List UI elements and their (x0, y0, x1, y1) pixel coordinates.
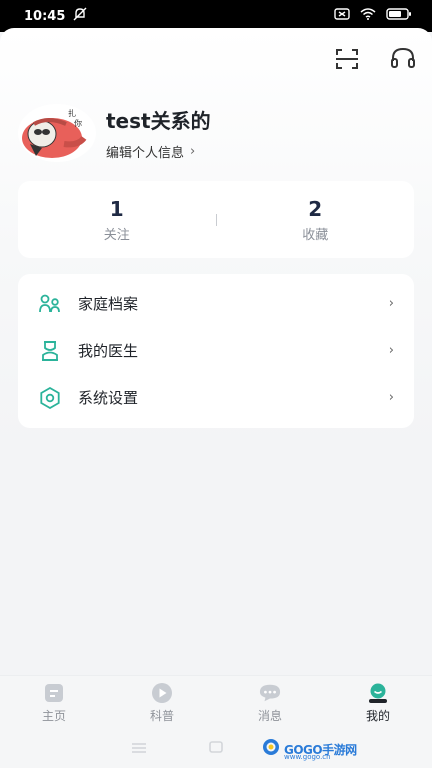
sim-card-icon (334, 8, 350, 24)
menu-item-family-profile[interactable]: 家庭档案 › (18, 280, 414, 327)
profile-header[interactable]: 扎 你 test关系的 编辑个人信息 › (18, 104, 211, 162)
wifi-icon (360, 8, 376, 24)
status-time: 10:45 (24, 8, 66, 24)
menu-card: 家庭档案 › 我的医生 › 系统设置 › (18, 274, 414, 428)
stat-following-label: 关注 (103, 228, 130, 243)
bottom-nav: 主页 科普 消息 我的 (0, 675, 432, 729)
profile-name: test关系的 (106, 109, 211, 133)
screen: 10:45 扎 你 test关系的 编辑个人信息 › 1 关注 2 收藏 家庭档… (0, 0, 432, 768)
home-icon (43, 682, 65, 704)
watermark-subtext: www.gogo.cn (284, 753, 331, 761)
chevron-right-icon: › (388, 343, 394, 358)
nav-item-home[interactable]: 主页 (0, 676, 108, 729)
edit-profile-link[interactable]: 编辑个人信息 › (106, 142, 211, 161)
menu-icon[interactable] (130, 739, 148, 758)
gear-icon (38, 386, 62, 410)
status-left: 10:45 (24, 7, 87, 25)
menu-label-family-profile: 家庭档案 (78, 295, 139, 313)
stats-card: 1 关注 2 收藏 (18, 181, 414, 258)
nav-label-home: 主页 (41, 708, 66, 723)
nav-item-messages[interactable]: 消息 (216, 676, 324, 729)
svg-text:扎: 扎 (68, 108, 76, 118)
customer-service-icon[interactable] (390, 46, 416, 72)
doctor-icon (38, 339, 62, 363)
nav-item-mine[interactable]: 我的 (324, 676, 432, 729)
top-actions (334, 46, 416, 72)
stat-favorites[interactable]: 2 收藏 (217, 196, 415, 243)
profile-info: test关系的 编辑个人信息 › (106, 105, 211, 161)
chat-icon (259, 682, 281, 704)
scan-icon[interactable] (334, 46, 360, 72)
nav-label-mine: 我的 (365, 708, 390, 723)
avatar[interactable]: 扎 你 (18, 104, 96, 162)
status-right (334, 8, 412, 24)
system-nav-bar (0, 729, 432, 768)
play-icon (151, 682, 173, 704)
menu-label-system-settings: 系统设置 (78, 389, 139, 407)
nav-label-messages: 消息 (257, 708, 282, 723)
notification-muted-icon (73, 7, 87, 25)
stat-favorites-label: 收藏 (302, 228, 329, 243)
edit-profile-label: 编辑个人信息 (106, 146, 185, 161)
home-square-icon[interactable] (208, 739, 224, 758)
chevron-right-icon: › (388, 296, 394, 311)
svg-text:你: 你 (74, 118, 82, 128)
menu-label-my-doctor: 我的医生 (78, 342, 139, 360)
stat-favorites-count: 2 (308, 197, 323, 221)
menu-item-my-doctor[interactable]: 我的医生 › (18, 327, 414, 374)
nav-item-science[interactable]: 科普 (108, 676, 216, 729)
watermark-logo-icon (262, 738, 282, 760)
chevron-right-icon: › (190, 144, 196, 159)
nav-label-science: 科普 (149, 708, 174, 723)
family-profile-icon (38, 292, 62, 316)
user-icon (367, 682, 389, 704)
watermark-logo: GOGO手游网 www.gogo.cn (262, 738, 357, 761)
battery-icon (386, 8, 412, 24)
menu-item-system-settings[interactable]: 系统设置 › (18, 374, 414, 421)
stat-following-count: 1 (109, 197, 124, 221)
stat-following[interactable]: 1 关注 (18, 196, 216, 243)
chevron-right-icon: › (388, 390, 394, 405)
